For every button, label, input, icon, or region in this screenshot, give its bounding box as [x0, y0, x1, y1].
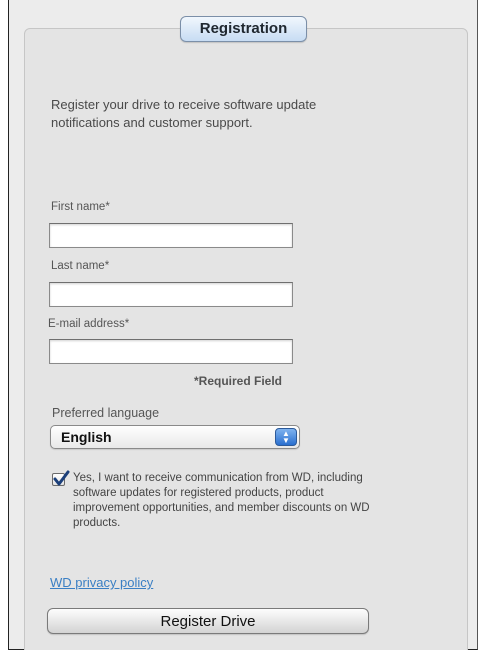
- first-name-label: First name*: [51, 201, 110, 213]
- checkmark-icon: [53, 470, 70, 486]
- last-name-label: Last name*: [51, 260, 110, 272]
- consent-checkbox[interactable]: [52, 470, 70, 486]
- last-name-input[interactable]: [49, 282, 293, 307]
- language-select[interactable]: English ▲ ▼: [50, 425, 300, 449]
- registration-title: Registration: [180, 16, 307, 42]
- consent-text: Yes, I want to receive communication fro…: [73, 472, 370, 529]
- first-name-input[interactable]: [49, 223, 293, 248]
- intro-text: Register your drive to receive software …: [51, 97, 317, 130]
- email-label: E-mail address*: [48, 318, 130, 330]
- privacy-policy-link[interactable]: WD privacy policy: [50, 575, 153, 590]
- up-down-arrows-icon: ▲ ▼: [275, 428, 297, 446]
- register-drive-button[interactable]: Register Drive: [47, 608, 369, 634]
- language-selected-value: English: [61, 429, 112, 445]
- email-input[interactable]: [49, 339, 293, 364]
- required-field-note: *Required Field: [194, 374, 283, 388]
- language-label: Preferred language: [52, 406, 160, 420]
